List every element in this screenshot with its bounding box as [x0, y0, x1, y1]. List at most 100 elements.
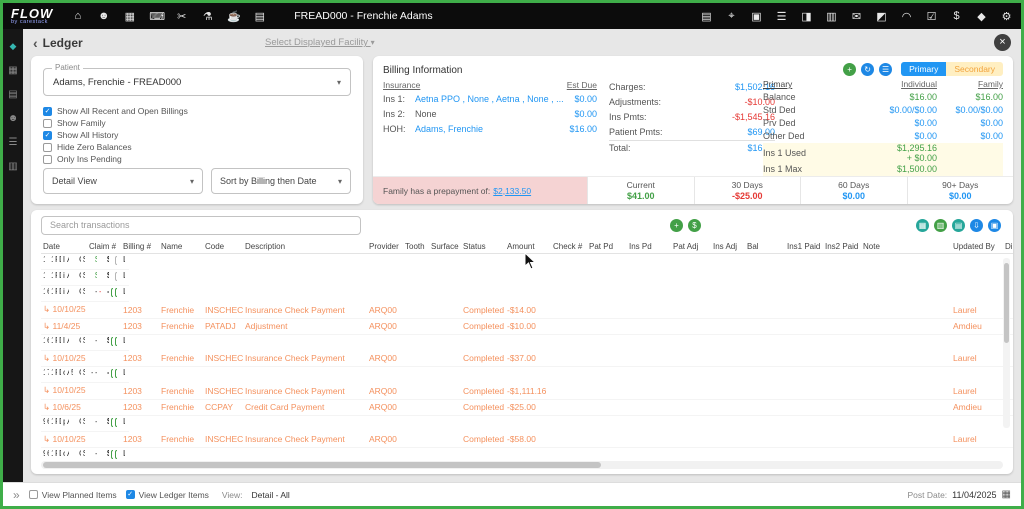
view-select[interactable]: Detail View ▾ [43, 168, 203, 194]
table-row[interactable]: ↳ 11/4/251203FrenchiePATADJAdjustmentARQ… [41, 318, 1013, 334]
footer-checkbox[interactable]: View Planned Items [29, 490, 117, 500]
messages-icon[interactable]: ✉ [850, 10, 863, 23]
column-header-billing[interactable]: Billing # [121, 240, 159, 254]
column-header-tooth[interactable]: Tooth [403, 240, 429, 254]
table-row[interactable]: 10/6/256391203FrenchieD0220intraoral - p… [41, 286, 87, 302]
filter-checkbox[interactable]: Only Ins Pending [43, 153, 351, 165]
statement-button[interactable]: ▤ [952, 219, 965, 232]
column-header-note[interactable]: Note [861, 240, 951, 254]
column-header-updatedby[interactable]: Updated By [951, 240, 1003, 254]
calendar-icon[interactable]: ▦ [1002, 489, 1011, 500]
grid-view-button[interactable]: ▦ [916, 219, 929, 232]
filter-checkbox[interactable]: Hide Zero Balances [43, 141, 351, 153]
patients-icon[interactable]: ☻ [97, 10, 110, 22]
table-row[interactable]: 10/23/251203FrenchieD0140limited oral ev… [41, 254, 87, 270]
column-header-code[interactable]: Code [203, 240, 243, 254]
chat-icon[interactable]: ◨ [800, 10, 813, 23]
search-icon[interactable]: ⌖ [725, 10, 738, 23]
column-header-patpd[interactable]: Pat Pd [587, 240, 627, 254]
filter-checkbox[interactable]: ✓Show All Recent and Open Billings [43, 105, 351, 117]
add-payment-button[interactable]: + [843, 63, 856, 76]
insurance-row-value[interactable]: Aetna PPO , None , Aetna , None , ... [415, 92, 568, 107]
breakdown-family-value: $0.00 [937, 117, 1003, 130]
app-logo[interactable]: FLOW by carestack [11, 7, 53, 26]
column-header-name[interactable]: Name [159, 240, 203, 254]
column-header-patadj[interactable]: Pat Adj [671, 240, 711, 254]
home-icon[interactable]: ⌂ [71, 10, 84, 22]
column-header-provider[interactable]: Provider [367, 240, 403, 254]
scrollbar-thumb[interactable] [43, 462, 601, 468]
sort-select[interactable]: Sort by Billing then Date ▾ [211, 168, 351, 194]
column-header-check[interactable]: Check # [551, 240, 587, 254]
billing-menu-button[interactable]: ☰ [879, 63, 892, 76]
column-header-bal[interactable]: Bal [745, 240, 785, 254]
imaging-icon[interactable]: ▣ [750, 10, 763, 23]
table-row[interactable]: 10/23/251203FrenchieD0220intraoral - per… [41, 270, 87, 286]
column-header-inspd[interactable]: Ins Pd [627, 240, 671, 254]
table-row[interactable]: 9/25/256391203FrenchieD0330panoramic rad… [41, 416, 87, 432]
prepayment-amount-link[interactable]: $2,133.50 [493, 186, 531, 196]
inbox-icon[interactable]: ◩ [875, 10, 888, 23]
worklist-icon[interactable]: ☰ [775, 10, 788, 23]
contacts-icon[interactable]: ☰ [9, 137, 18, 148]
add-payment-button[interactable]: $ [688, 219, 701, 232]
scrollbar-thumb[interactable] [1004, 263, 1009, 343]
filter-checkbox[interactable]: Show Family [43, 117, 351, 129]
calendar-icon[interactable]: ▦ [8, 65, 17, 76]
table-row[interactable]: ↳ 10/6/251203FrenchieCCPAYCredit Card Pa… [41, 399, 1013, 415]
insurance-row-value[interactable]: Adams, Frenchie [415, 122, 563, 137]
download-button[interactable]: ⇩ [970, 219, 983, 232]
tools-icon[interactable]: ✂ [175, 10, 188, 23]
checklist-icon[interactable]: ☑ [925, 10, 938, 23]
table-row[interactable]: ↳ 10/10/251203FrenchieINSCHECKInsurance … [41, 351, 1013, 367]
facility-selector[interactable]: Select Displayed Facility ▾ [265, 37, 375, 48]
filter-checkbox[interactable]: ✓Show All History [43, 129, 351, 141]
print-button[interactable]: ▣ [988, 219, 1001, 232]
primary-toggle[interactable]: Primary [901, 62, 946, 76]
lab-icon[interactable]: ⚗ [201, 10, 214, 23]
chart-icon[interactable]: ▥ [8, 161, 17, 172]
column-header-status[interactable]: Status [461, 240, 505, 254]
column-header-surface[interactable]: Surface [429, 240, 461, 254]
column-header-insadj[interactable]: Ins Adj [711, 240, 745, 254]
education-icon[interactable]: ◠ [900, 10, 913, 23]
table-row[interactable]: ↳ 10/10/251203FrenchieINSCHECKInsurance … [41, 302, 1013, 318]
table-row[interactable]: ↳ 10/10/251203FrenchieINSCHECKInsurance … [41, 432, 1013, 448]
clipboard-icon[interactable]: ▤ [8, 89, 17, 100]
terminal-icon[interactable]: ⌨ [149, 10, 162, 23]
add-transaction-button[interactable]: + [670, 219, 683, 232]
billing-icon[interactable]: ▥ [825, 10, 838, 23]
horizontal-scrollbar[interactable] [41, 461, 1003, 469]
table-row[interactable]: 10/6/256391203FrenchieD0140limited oral … [41, 335, 87, 351]
refresh-button[interactable]: ↻ [861, 63, 874, 76]
patient-select[interactable]: Patient Adams, Frenchie - FREAD000 ▾ [43, 68, 351, 96]
store-icon[interactable]: ◆ [975, 10, 988, 23]
column-header-di[interactable]: Di [1003, 240, 1013, 254]
table-row[interactable]: 9/25/256391203FrenchieD0150comprehensive… [41, 448, 87, 461]
payments-icon[interactable]: $ [950, 10, 963, 22]
refreshments-icon[interactable]: ☕ [227, 10, 240, 23]
secondary-toggle[interactable]: Secondary [946, 62, 1003, 76]
close-button[interactable]: × [994, 34, 1011, 51]
post-date-value[interactable]: 11/04/2025 [952, 490, 996, 500]
column-header-amount[interactable]: Amount [505, 240, 551, 254]
patient-icon[interactable]: ☻ [8, 113, 19, 124]
search-input[interactable] [41, 216, 361, 235]
shortcut-icon[interactable]: ◆ [10, 41, 17, 52]
column-header-ins2paid[interactable]: Ins2 Paid [823, 240, 861, 254]
book-icon[interactable]: ▤ [253, 10, 266, 23]
export-excel-button[interactable]: ▥ [934, 219, 947, 232]
table-row[interactable]: 10/3/257341203FrenchieD2750crown - porce… [41, 367, 87, 383]
vertical-scrollbar[interactable] [1003, 258, 1010, 428]
column-header-description[interactable]: Description [243, 240, 367, 254]
column-header-claim[interactable]: Claim # [87, 240, 121, 254]
settings-gear-icon[interactable]: ⚙ [1000, 10, 1013, 23]
table-row[interactable]: ↳ 10/10/251203FrenchieINSCHECKInsurance … [41, 383, 1013, 399]
expand-icon[interactable]: » [13, 488, 20, 502]
schedule-icon[interactable]: ▦ [123, 10, 136, 23]
column-header-date[interactable]: Date [41, 240, 87, 254]
reports-icon[interactable]: ▤ [700, 10, 713, 23]
footer-checkbox[interactable]: ✓View Ledger Items [126, 490, 209, 500]
column-header-ins1paid[interactable]: Ins1 Paid [785, 240, 823, 254]
back-chevron-icon[interactable]: ‹ [33, 35, 38, 51]
